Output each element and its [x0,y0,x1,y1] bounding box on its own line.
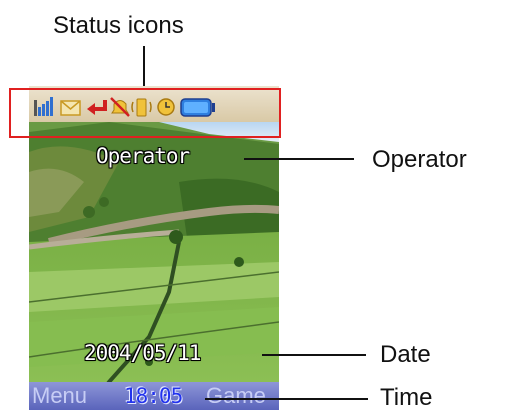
time-callout: Time [380,384,433,411]
soft-key-bar: Menu 18:05 Game [29,382,279,410]
time-display: 18:05 [124,384,183,408]
time-leader-line [205,398,368,400]
menu-softkey[interactable]: Menu [32,383,87,409]
status-icons-highlight [9,88,281,138]
operator-callout: Operator [372,146,467,173]
operator-name: Operator [96,144,190,168]
game-softkey[interactable]: Game [206,383,266,409]
operator-leader-line [244,158,354,160]
status-icons-leader-line [143,46,145,90]
date-leader-line [262,354,366,356]
date-display: 2004/05/11 [84,341,201,365]
status-icons-callout: Status icons [53,12,184,39]
date-callout: Date [380,341,431,368]
